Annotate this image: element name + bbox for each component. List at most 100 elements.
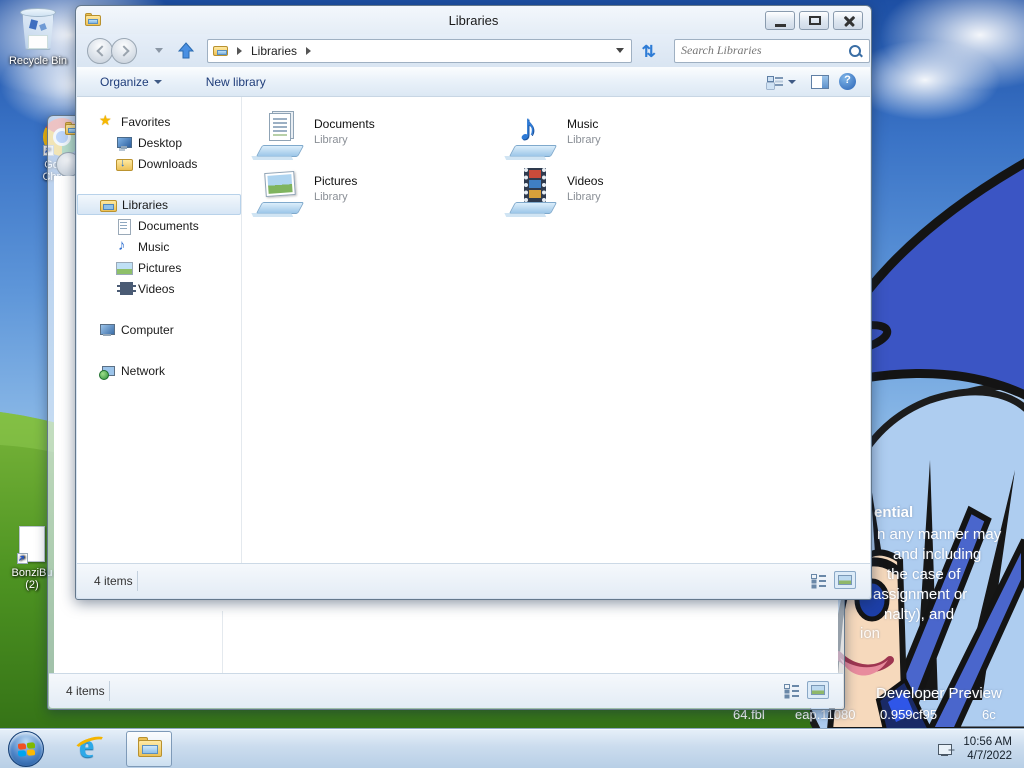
up-button[interactable]: [173, 39, 199, 63]
sidebar-label: Computer: [121, 323, 174, 337]
blank-file-icon: [17, 526, 47, 564]
network-icon: [99, 363, 115, 379]
sidebar-label: Favorites: [121, 115, 170, 129]
preview-pane-button[interactable]: [811, 75, 829, 89]
sidebar-item-favorites[interactable]: Favorites: [77, 111, 241, 132]
sidebar-label: Network: [121, 364, 165, 378]
watermark-build-fragment: 0.959cf95: [880, 707, 937, 722]
sidebar-item-libraries[interactable]: Libraries: [77, 194, 241, 215]
watermark-line: ion: [860, 625, 880, 642]
breadcrumb-libraries[interactable]: Libraries: [251, 44, 297, 58]
sidebar-label: Downloads: [138, 157, 197, 171]
clock-time: 10:56 AM: [963, 735, 1012, 749]
address-bar[interactable]: Libraries: [207, 39, 632, 63]
statusbar-separator: [109, 681, 110, 701]
watermark-line: n any manner may: [877, 526, 1001, 543]
library-type: Library: [567, 134, 601, 146]
search-input[interactable]: [675, 43, 847, 58]
details-view-icon[interactable]: [811, 573, 826, 587]
watermark-line: assignment or: [873, 586, 967, 603]
watermark-confidential: ential: [874, 504, 913, 521]
library-item-documents[interactable]: Documents Library: [255, 109, 508, 166]
sidebar-item-desktop[interactable]: Desktop: [77, 132, 241, 153]
sidebar-item-pictures[interactable]: Pictures: [77, 257, 241, 278]
library-name: Videos: [567, 174, 603, 188]
breadcrumb-folder-icon: [213, 46, 228, 56]
library-item-music[interactable]: ♪ Music Library: [508, 109, 761, 166]
refresh-button[interactable]: [636, 39, 662, 63]
taskbar: e 10:56 AM 4/7/2022: [0, 728, 1024, 768]
network-tray-icon[interactable]: [937, 741, 954, 758]
recent-pages-dropdown-icon[interactable]: [155, 48, 163, 53]
system-tray: 10:56 AM 4/7/2022: [937, 729, 1018, 769]
close-button[interactable]: [833, 11, 863, 30]
taskbar-clock[interactable]: 10:56 AM 4/7/2022: [963, 735, 1018, 763]
sidebar-item-documents[interactable]: Documents: [77, 215, 241, 236]
filmstrip-icon: [116, 281, 132, 297]
pictures-library-icon: [257, 168, 305, 216]
music-note-icon: [116, 239, 132, 255]
pane-divider: [241, 97, 242, 563]
help-icon[interactable]: [839, 73, 856, 90]
back-button[interactable]: [87, 38, 113, 64]
thumbnail-view-icon[interactable]: [834, 571, 856, 589]
videos-library-icon: [510, 168, 558, 216]
desktop-icon: [116, 135, 132, 151]
library-type: Library: [314, 134, 375, 146]
downloads-folder-icon: [116, 156, 132, 172]
breadcrumb-arrow-icon[interactable]: [237, 47, 242, 55]
sidebar-item-videos[interactable]: Videos: [77, 278, 241, 299]
thumbnail-view-icon[interactable]: [807, 681, 829, 699]
change-view-button[interactable]: [762, 71, 801, 93]
views-icon: [767, 75, 783, 89]
sidebar-label: Videos: [138, 282, 174, 296]
navigation-bar: Libraries: [77, 34, 870, 67]
forward-button[interactable]: [111, 38, 137, 64]
chevron-down-icon: [154, 80, 162, 84]
item-count: 4 items: [94, 574, 133, 588]
libraries-explorer-window: Libraries Libraries: [75, 5, 872, 600]
picture-icon: [116, 260, 132, 276]
search-box[interactable]: [674, 39, 870, 63]
sidebar-item-music[interactable]: Music: [77, 236, 241, 257]
address-dropdown-icon[interactable]: [616, 48, 624, 53]
minimize-button[interactable]: [765, 11, 795, 30]
organize-label: Organize: [100, 75, 149, 89]
music-library-icon: ♪: [510, 111, 558, 159]
library-name: Pictures: [314, 174, 357, 188]
library-item-pictures[interactable]: Pictures Library: [255, 166, 508, 223]
start-button[interactable]: [8, 731, 44, 767]
library-name: Documents: [314, 117, 375, 131]
watermark-build-fragment: 6c: [982, 707, 996, 722]
sidebar-item-network[interactable]: Network: [77, 360, 241, 381]
library-type: Library: [567, 191, 603, 203]
organize-button[interactable]: Organize: [91, 71, 171, 93]
sidebar-item-computer[interactable]: Computer: [77, 319, 241, 340]
desktop-icon-recycle-bin[interactable]: Recycle Bin: [2, 6, 74, 67]
window-title: Libraries: [76, 13, 871, 28]
search-icon[interactable]: [847, 43, 863, 59]
back-window-statusbar: 4 items: [49, 673, 843, 708]
sidebar-label: Documents: [138, 219, 199, 233]
breadcrumb-arrow-icon[interactable]: [306, 47, 311, 55]
details-view-icon[interactable]: [784, 683, 799, 697]
sidebar-label: Pictures: [138, 261, 181, 275]
chevron-down-icon: [788, 80, 796, 84]
folder-tray-icon: [142, 745, 158, 754]
taskbar-internet-explorer-button[interactable]: e: [72, 732, 112, 766]
explorer-main-area: Favorites Desktop Downloads Libraries Do…: [77, 97, 870, 563]
watermark-line: nalty), and: [884, 606, 954, 623]
pane-divider: [222, 611, 223, 673]
sidebar-item-downloads[interactable]: Downloads: [77, 153, 241, 174]
library-item-videos[interactable]: Videos Library: [508, 166, 761, 223]
clock-date: 4/7/2022: [963, 749, 1012, 763]
maximize-button[interactable]: [799, 11, 829, 30]
watermark-edition: Developer Preview: [876, 685, 1002, 702]
new-library-button[interactable]: New library: [197, 71, 275, 93]
sidebar-label: Music: [138, 240, 169, 254]
new-library-label: New library: [206, 75, 266, 89]
taskbar-file-explorer-button[interactable]: [126, 731, 172, 767]
watermark-line: the case of: [887, 566, 960, 583]
recycle-bin-icon: [18, 6, 58, 52]
titlebar[interactable]: Libraries: [76, 6, 871, 34]
